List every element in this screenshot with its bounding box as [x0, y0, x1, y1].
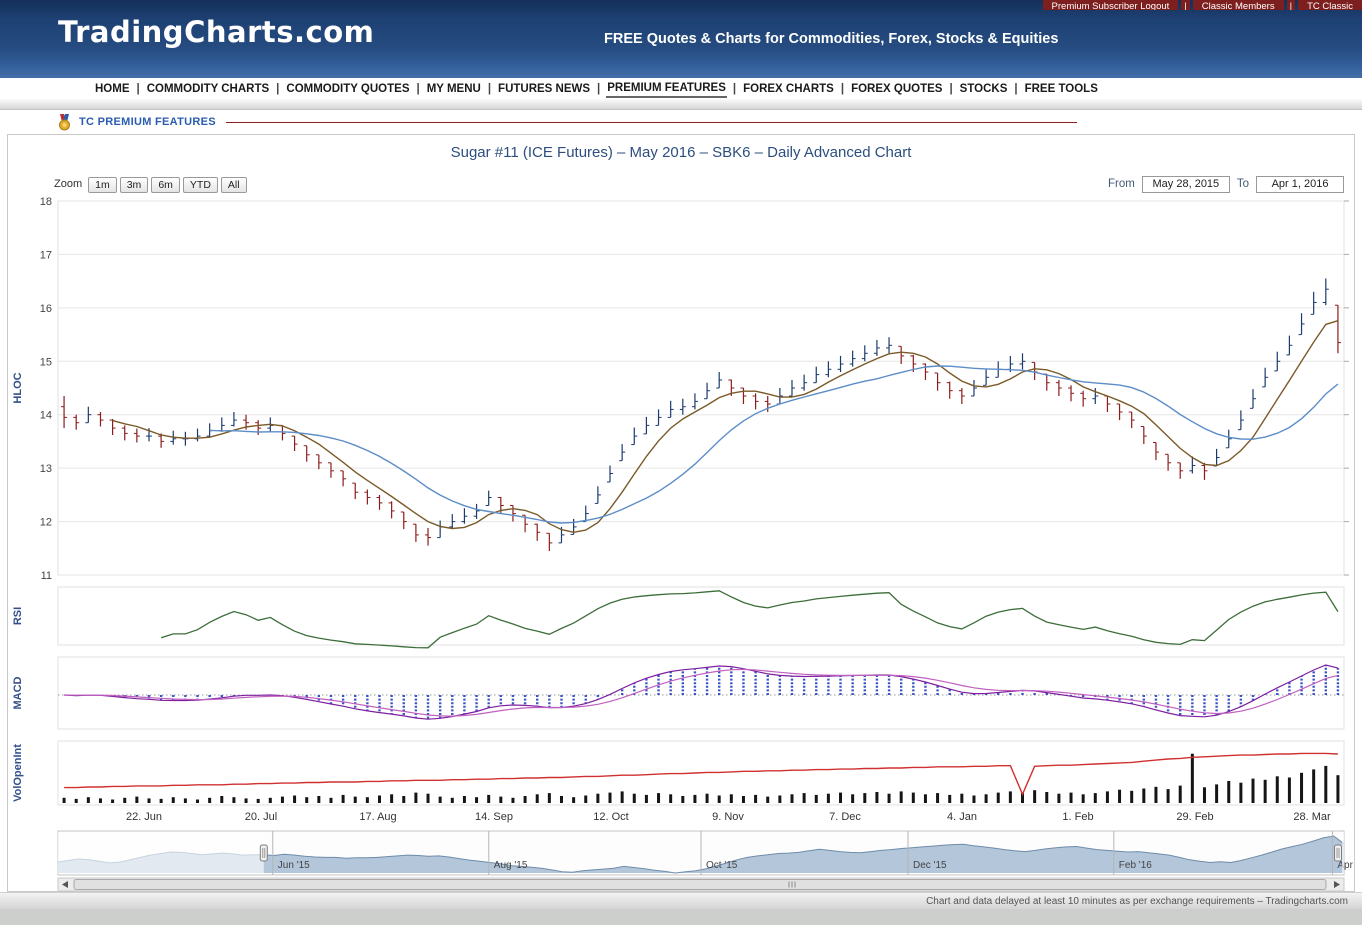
navigator-date-label: Apr '16 — [1337, 860, 1354, 871]
scrollbar-thumb[interactable] — [74, 880, 1326, 890]
to-label: To — [1237, 178, 1249, 190]
topbar-links: Premium Subscriber Logout|Classic Member… — [1043, 0, 1362, 10]
zoom-button-6m[interactable]: 6m — [151, 177, 180, 193]
zoom-button-1m[interactable]: 1m — [88, 177, 117, 193]
svg-text:28. Mar: 28. Mar — [1293, 811, 1331, 823]
premium-features-label[interactable]: TC PREMIUM FEATURES — [79, 116, 216, 128]
site-header: Premium Subscriber Logout|Classic Member… — [0, 0, 1362, 78]
date-range-group: From To — [1101, 176, 1344, 193]
panel-label-volopenint: VolOpenInt — [12, 744, 24, 802]
navigator-handle-left[interactable] — [260, 845, 267, 861]
svg-text:1. Feb: 1. Feb — [1062, 811, 1093, 823]
nav-separator: | — [276, 83, 279, 95]
nav-item-my-menu[interactable]: MY MENU — [426, 81, 482, 97]
chart-card: Sugar #11 (ICE Futures) – May 2016 – SBK… — [7, 134, 1355, 892]
nav-separator: | — [417, 83, 420, 95]
zoom-button-all[interactable]: All — [221, 177, 247, 193]
zoom-group: Zoom 1m3m6mYTDAll — [54, 175, 250, 193]
topbar-link-classic-members[interactable]: Classic Members — [1193, 0, 1284, 10]
panel-label-hloc: HLOC — [12, 372, 24, 403]
main-nav: HOME | COMMODITY CHARTS | COMMODITY QUOTES | M… — [0, 78, 1362, 99]
navigator-date-label: Feb '16 — [1119, 860, 1152, 871]
header-tagline: FREE Quotes & Charts for Commodities, Fo… — [604, 31, 1058, 47]
rsi-line — [161, 591, 1338, 648]
zoom-button-3m[interactable]: 3m — [120, 177, 149, 193]
svg-text:7. Dec: 7. Dec — [829, 811, 861, 823]
svg-text:22. Jun: 22. Jun — [126, 811, 162, 823]
svg-text:17: 17 — [40, 249, 52, 261]
zoom-label: Zoom — [54, 178, 82, 190]
panel-label-rsi: RSI — [12, 607, 24, 625]
panel-label-macd: MACD — [12, 676, 24, 709]
navigator-date-label: Jun '15 — [278, 860, 310, 871]
macd-signal-line — [64, 669, 1338, 716]
topbar-link-premium-subscriber-logout[interactable]: Premium Subscriber Logout — [1043, 0, 1179, 10]
nav-divider-strip — [0, 99, 1362, 110]
svg-text:14. Sep: 14. Sep — [475, 811, 513, 823]
nav-item-stocks[interactable]: STOCKS — [959, 81, 1009, 97]
nav-item-commodity-quotes[interactable]: COMMODITY QUOTES — [285, 81, 410, 97]
red-divider-line — [226, 122, 1077, 123]
topbar-separator: | — [1181, 0, 1189, 10]
x-axis-labels: 22. Jun 20. Jul 17. Aug 14. Sep 12. Oct 9. No… — [126, 811, 1331, 823]
svg-text:18: 18 — [40, 197, 52, 208]
premium-subnav: TC PREMIUM FEATURES — [0, 110, 1362, 134]
nav-item-commodity-charts[interactable]: COMMODITY CHARTS — [146, 81, 270, 97]
zoom-buttons: 1m3m6mYTDAll — [88, 175, 249, 193]
chart-title: Sugar #11 (ICE Futures) – May 2016 – SBK… — [8, 144, 1354, 161]
bottom-band — [0, 909, 1362, 925]
site-logo[interactable]: TradingCharts.com — [58, 15, 374, 49]
topbar-link-tc-classic[interactable]: TC Classic — [1298, 0, 1362, 10]
svg-text:12. Oct: 12. Oct — [593, 811, 628, 823]
nav-separator: | — [841, 83, 844, 95]
nav-separator: | — [1014, 83, 1017, 95]
nav-item-futures-news[interactable]: FUTURES NEWS — [497, 81, 591, 97]
svg-text:13: 13 — [40, 463, 52, 475]
advanced-chart[interactable]: 18 17 16 15 14 13 12 11 22. Jun 20. Jul 17. Aug 14.… — [8, 197, 1354, 892]
navigator-unselected-right — [1342, 832, 1344, 874]
from-date-input[interactable] — [1142, 176, 1230, 193]
svg-text:11: 11 — [41, 570, 52, 582]
svg-text:15: 15 — [40, 356, 52, 368]
nav-separator: | — [137, 83, 140, 95]
nav-separator: | — [949, 83, 952, 95]
svg-text:9. Nov: 9. Nov — [712, 811, 744, 823]
nav-item-premium-features[interactable]: PREMIUM FEATURES — [606, 80, 727, 98]
macd-line — [64, 665, 1338, 719]
navigator-handle-right[interactable] — [1335, 845, 1342, 861]
nav-item-forex-quotes[interactable]: FOREX QUOTES — [850, 81, 943, 97]
footer-disclaimer: Chart and data delayed at least 10 minut… — [0, 892, 1362, 909]
macd-histogram — [64, 665, 1338, 719]
nav-separator: | — [488, 83, 491, 95]
svg-text:20. Jul: 20. Jul — [245, 811, 277, 823]
svg-text:29. Feb: 29. Feb — [1176, 811, 1213, 823]
svg-text:12: 12 — [40, 517, 52, 529]
hloc-grid: 18 17 16 15 14 13 12 11 — [40, 197, 1349, 582]
svg-text:16: 16 — [40, 303, 52, 315]
chart-controls: Zoom 1m3m6mYTDAll From To — [54, 173, 1344, 195]
svg-text:14: 14 — [40, 410, 52, 422]
ma-fast-line — [113, 321, 1338, 533]
navigator-date-label: Aug '15 — [494, 860, 528, 871]
svg-text:17. Aug: 17. Aug — [359, 811, 396, 823]
from-label: From — [1108, 178, 1135, 190]
to-date-input[interactable] — [1256, 176, 1344, 193]
navigator-date-label: Dec '15 — [913, 860, 947, 871]
nav-item-forex-charts[interactable]: FOREX CHARTS — [742, 81, 835, 97]
svg-text:4. Jan: 4. Jan — [947, 811, 977, 823]
nav-separator: | — [597, 83, 600, 95]
navigator-date-label: Oct '15 — [706, 860, 738, 871]
topbar-separator: | — [1287, 0, 1295, 10]
navigator-unselected-region — [58, 832, 264, 874]
nav-item-home[interactable]: HOME — [94, 81, 131, 97]
nav-separator: | — [733, 83, 736, 95]
open-interest-line — [64, 753, 1338, 794]
medal-icon — [58, 114, 71, 131]
nav-item-free-tools[interactable]: FREE TOOLS — [1024, 81, 1099, 97]
zoom-button-ytd[interactable]: YTD — [183, 177, 218, 193]
